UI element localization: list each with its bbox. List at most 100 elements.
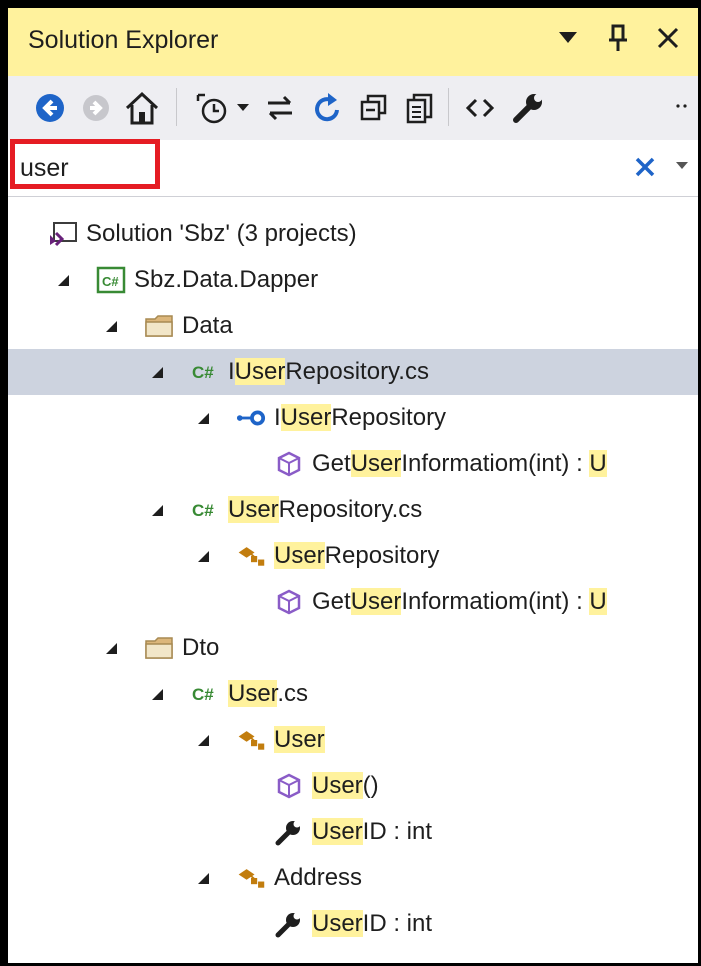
search-options-icon[interactable] — [674, 158, 690, 174]
search-match: User — [274, 542, 325, 569]
svg-text:C#: C# — [192, 685, 214, 704]
property-icon — [274, 909, 304, 939]
search-input[interactable] — [20, 152, 300, 184]
expand-arrow-icon[interactable] — [196, 871, 210, 885]
tree-row-label: UserRepository — [274, 540, 439, 572]
csharp-file-icon: C# — [190, 495, 220, 525]
expand-arrow-icon[interactable] — [196, 549, 210, 563]
pending-dropdown-icon[interactable] — [234, 88, 252, 128]
tree-row[interactable]: User() — [8, 763, 698, 809]
title-bar: Solution Explorer — [8, 8, 698, 76]
properties-icon[interactable] — [508, 88, 548, 128]
method-icon — [274, 771, 304, 801]
solution-icon — [48, 219, 78, 249]
tree-row[interactable]: Data — [8, 303, 698, 349]
search-match: User — [312, 910, 363, 937]
folder-icon — [144, 311, 174, 341]
label-text: ID : int — [362, 910, 433, 937]
csharp-project-icon: C# — [96, 265, 126, 295]
expand-arrow-icon[interactable] — [104, 641, 118, 655]
tree-row[interactable]: User — [8, 717, 698, 763]
search-match: U — [589, 450, 607, 477]
tree-row[interactable]: C# UserRepository.cs — [8, 487, 698, 533]
label-text: Get — [312, 588, 351, 615]
tree-row-label: UserID : int — [312, 908, 432, 940]
label-text: .cs — [277, 680, 309, 707]
tree-row[interactable]: C# User.cs — [8, 671, 698, 717]
tree-row[interactable]: GetUserInformatiom(int) : U — [8, 579, 698, 625]
search-match: U — [589, 588, 607, 615]
home-icon[interactable] — [120, 88, 164, 128]
close-icon[interactable] — [652, 22, 684, 54]
view-code-icon[interactable] — [460, 88, 500, 128]
tree-row[interactable]: Solution 'Sbz' (3 projects) — [8, 211, 698, 257]
class-icon — [236, 863, 266, 893]
search-match: User — [312, 818, 363, 845]
tree-row-label: User() — [312, 770, 379, 802]
expand-arrow-icon[interactable] — [150, 503, 164, 517]
search-match: User — [350, 450, 402, 477]
dropdown-icon[interactable] — [552, 22, 584, 54]
tree-row[interactable]: UserID : int — [8, 901, 698, 947]
csharp-file-icon: C# — [190, 357, 220, 387]
forward-icon[interactable] — [76, 88, 116, 128]
back-icon[interactable] — [30, 88, 70, 128]
csharp-file-icon: C# — [190, 679, 220, 709]
label-text: Repository.cs — [278, 496, 423, 523]
expand-arrow-icon[interactable] — [150, 687, 164, 701]
tree-row-label: Address — [274, 862, 362, 894]
toolbar — [8, 76, 698, 140]
show-all-files-icon[interactable] — [400, 88, 440, 128]
search-match: User — [234, 358, 286, 385]
label-text: () — [362, 772, 379, 799]
sync-icon[interactable] — [260, 88, 300, 128]
expand-arrow-icon[interactable] — [196, 733, 210, 747]
tree-row[interactable]: UserRepository — [8, 533, 698, 579]
pending-changes-icon[interactable] — [192, 88, 232, 128]
tree-row[interactable]: IUserRepository — [8, 395, 698, 441]
tree-row[interactable]: C# IUserRepository.cs — [8, 349, 698, 395]
panel-title: Solution Explorer — [28, 26, 219, 54]
property-icon — [274, 817, 304, 847]
svg-text:C#: C# — [102, 274, 119, 289]
tree-row-label: GetUserInformatiom(int) : U — [312, 448, 607, 480]
label-text: ID : int — [362, 818, 433, 845]
label-text: Data — [182, 312, 233, 339]
tree-row-label: Dto — [182, 632, 219, 664]
search-bar — [8, 140, 698, 197]
label-text: Informatiom(int) : — [401, 588, 590, 615]
search-match: User — [274, 726, 325, 753]
expand-arrow-icon[interactable] — [196, 411, 210, 425]
search-match: User — [228, 680, 278, 707]
tree-row-label: UserID : int — [312, 816, 432, 848]
label-text: Dto — [182, 634, 220, 661]
refresh-icon[interactable] — [308, 88, 348, 128]
tree-row[interactable]: C# Sbz.Data.Dapper — [8, 257, 698, 303]
pin-icon[interactable] — [602, 22, 634, 54]
tree-row[interactable]: Dto — [8, 625, 698, 671]
tree-row-label: User.cs — [228, 678, 308, 710]
label-text: I — [228, 358, 235, 385]
solution-tree[interactable]: Solution 'Sbz' (3 projects) C# Sbz.Data.Da… — [8, 200, 698, 963]
expand-arrow-icon[interactable] — [56, 273, 70, 287]
tree-row-label: IUserRepository — [274, 402, 446, 434]
svg-text:C#: C# — [192, 501, 214, 520]
class-icon — [236, 541, 266, 571]
tree-row-label: GetUserInformatiom(int) : U — [312, 586, 607, 618]
tree-row[interactable]: GetUserInformatiom(int) : U — [8, 441, 698, 487]
expand-arrow-icon[interactable] — [150, 365, 164, 379]
class-icon — [236, 725, 266, 755]
tree-row[interactable]: UserID : int — [8, 809, 698, 855]
search-match: User — [312, 772, 363, 799]
expand-arrow-icon[interactable] — [104, 319, 118, 333]
tree-row-label: User — [274, 724, 325, 756]
interface-icon — [236, 403, 266, 433]
overflow-icon[interactable] — [672, 88, 692, 128]
svg-text:C#: C# — [192, 363, 214, 382]
tree-row-label: Data — [182, 310, 233, 342]
tree-row[interactable]: Address — [8, 855, 698, 901]
tree-row-label: UserRepository.cs — [228, 494, 422, 526]
clear-icon[interactable] — [630, 150, 660, 184]
collapse-all-icon[interactable] — [354, 88, 394, 128]
label-text: Repository — [324, 542, 440, 569]
